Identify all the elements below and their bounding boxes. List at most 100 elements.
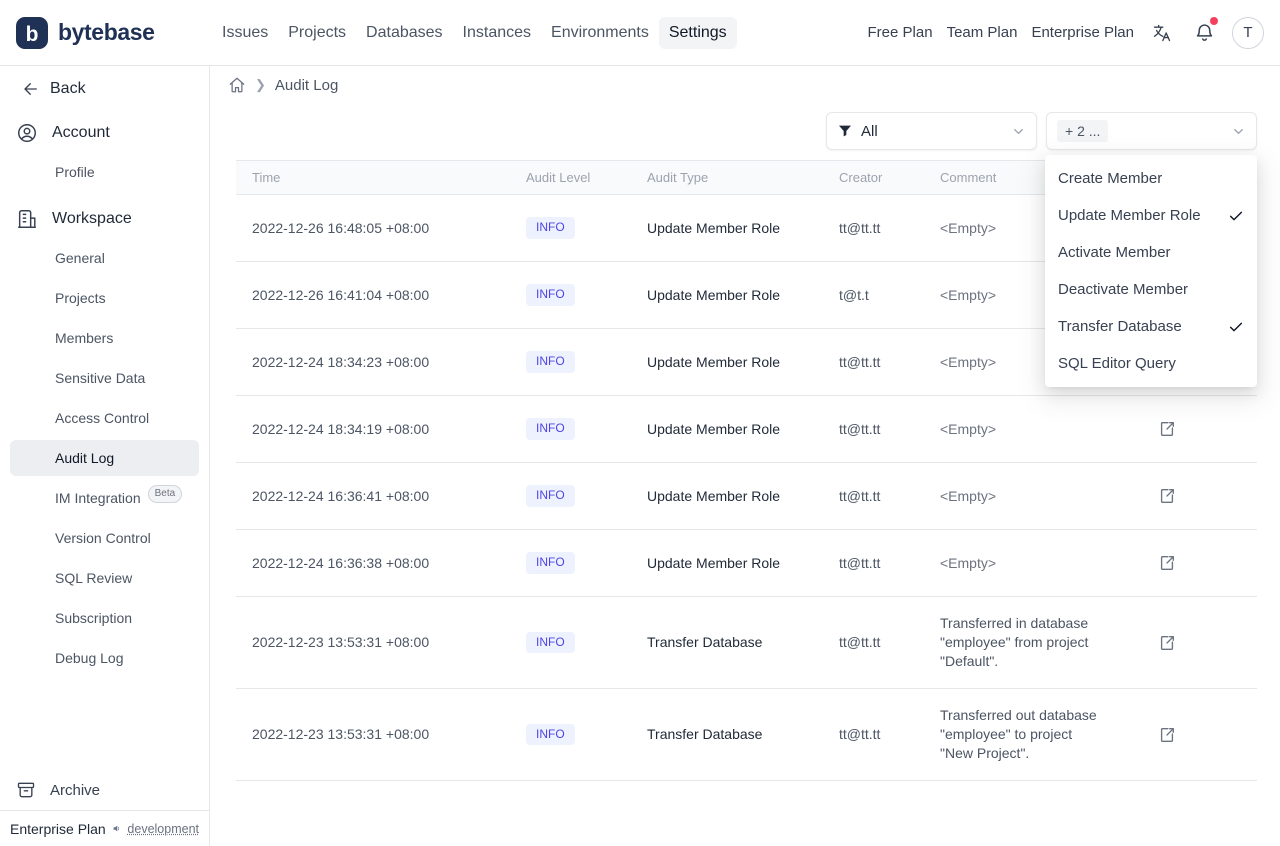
main-nav: Issues Projects Databases Instances Envi… (212, 16, 737, 49)
cell-audit-type: Update Member Role (631, 395, 823, 463)
export-button[interactable] (1147, 719, 1187, 751)
cell-audit-type: Update Member Role (631, 462, 823, 530)
sidebar-item-debug-log[interactable]: Debug Log (10, 640, 199, 676)
avatar-initial: T (1243, 24, 1253, 41)
cell-creator: t@t.t (823, 261, 924, 329)
archive-button[interactable]: Archive (0, 770, 209, 810)
check-icon (1228, 208, 1244, 224)
cell-creator: tt@tt.tt (839, 219, 881, 236)
menu-item-label: Deactivate Member (1058, 281, 1189, 298)
menu-item-deactivate-member[interactable]: Deactivate Member (1045, 271, 1257, 308)
sidebar-item-im-integration[interactable]: IM Integration Beta (10, 480, 199, 516)
nav-item-issues[interactable]: Issues (212, 17, 278, 49)
table-row: 2022-12-23 13:53:31 +08:00 INFO Transfer… (236, 596, 1257, 689)
bytebase-logo[interactable]: b bytebase (14, 15, 212, 51)
menu-item-transfer-database[interactable]: Transfer Database (1045, 308, 1257, 345)
cell-time: 2022-12-23 13:53:31 +08:00 (236, 596, 510, 689)
breadcrumb-current: Audit Log (274, 76, 339, 94)
avatar[interactable]: T (1232, 16, 1264, 49)
cell-comment: <Empty> (924, 395, 1124, 463)
top-nav: b bytebase Issues Projects Databases Ins… (0, 0, 1280, 66)
current-plan-label: Enterprise Plan (10, 820, 106, 837)
cell-audit-type: Update Member Role (647, 219, 781, 236)
cell-comment: <Empty> (924, 462, 1124, 530)
cell-creator: tt@tt.tt (823, 395, 924, 463)
archive-label: Archive (50, 781, 101, 799)
cell-time: 2022-12-26 16:48:05 +08:00 (252, 219, 430, 236)
sidebar-item-general[interactable]: General (10, 240, 199, 276)
cell-creator: tt@tt.tt (823, 596, 924, 689)
cell-creator: tt@tt.tt (823, 328, 924, 396)
check-icon (1228, 319, 1244, 335)
chevron-down-icon (1011, 124, 1026, 139)
audit-type-select[interactable]: + 2 ... (1046, 112, 1257, 150)
chevron-down-icon (1231, 124, 1246, 139)
svg-text:b: b (26, 23, 39, 46)
sidebar-item-version-control[interactable]: Version Control (10, 520, 199, 556)
notification-dot (1210, 16, 1218, 25)
home-icon[interactable] (228, 76, 246, 94)
sidebar-item-subscription[interactable]: Subscription (10, 600, 199, 636)
audit-level-badge: INFO (526, 552, 575, 574)
sidebar-section-account[interactable]: Account (0, 114, 209, 152)
cell-comment: Transferred in database "employee" from … (924, 596, 1124, 689)
sidebar-item-sql-review[interactable]: SQL Review (10, 560, 199, 596)
cell-comment: Transferred out database "employee" to p… (924, 688, 1124, 781)
bytebase-logo-icon: b (16, 16, 48, 49)
export-button[interactable] (1147, 413, 1187, 445)
cell-time: 2022-12-26 16:41:04 +08:00 (236, 261, 510, 329)
audit-level-value: All (861, 122, 878, 140)
sidebar-item-access-control[interactable]: Access Control (10, 400, 199, 436)
menu-item-activate-member[interactable]: Activate Member (1045, 234, 1257, 271)
beta-badge: Beta (147, 485, 183, 503)
export-button[interactable] (1147, 480, 1187, 512)
cell-time: 2022-12-24 18:34:23 +08:00 (236, 328, 510, 396)
column-header-audit-level: Audit Level (510, 160, 631, 195)
cell-audit-type: Transfer Database (631, 596, 823, 689)
nav-item-environments[interactable]: Environments (541, 17, 659, 49)
menu-item-update-member-role[interactable]: Update Member Role (1045, 197, 1257, 234)
nav-item-projects[interactable]: Projects (278, 17, 356, 49)
cell-creator: tt@tt.tt (823, 688, 924, 781)
nav-item-instances[interactable]: Instances (453, 17, 541, 49)
nav-right: Free Plan Team Plan Enterprise Plan T (868, 16, 1264, 49)
funnel-icon (839, 125, 851, 137)
sidebar-item-projects[interactable]: Projects (10, 280, 199, 316)
team-plan-link[interactable]: Team Plan (947, 24, 1018, 41)
breadcrumb: ❯ Audit Log (228, 76, 1280, 94)
free-plan-link[interactable]: Free Plan (868, 24, 933, 41)
environment-link[interactable]: development (127, 822, 199, 836)
cell-time: 2022-12-24 16:36:41 +08:00 (236, 462, 510, 530)
filter-bar: All + 2 ... (210, 112, 1257, 150)
sidebar-item-label: IM Integration (55, 490, 141, 506)
audit-level-badge: INFO (526, 217, 575, 239)
translate-icon[interactable] (1148, 19, 1176, 47)
sidebar-item-profile[interactable]: Profile (10, 154, 199, 190)
sidebar-item-sensitive-data[interactable]: Sensitive Data (10, 360, 199, 396)
sidebar-item-members[interactable]: Members (10, 320, 199, 356)
menu-item-label: Transfer Database (1058, 318, 1182, 335)
archive-icon (17, 782, 35, 798)
account-icon (18, 124, 36, 142)
audit-level-badge: INFO (526, 485, 575, 507)
chevron-right-icon: ❯ (255, 77, 266, 92)
nav-item-databases[interactable]: Databases (356, 17, 453, 49)
menu-item-create-member[interactable]: Create Member (1045, 160, 1257, 197)
back-button[interactable]: Back (0, 72, 209, 106)
section-title: Workspace (52, 210, 132, 227)
audit-level-select[interactable]: All (826, 112, 1037, 150)
audit-level-badge: INFO (526, 723, 575, 746)
export-button[interactable] (1147, 547, 1187, 579)
enterprise-plan-link[interactable]: Enterprise Plan (1031, 24, 1134, 41)
audit-level-badge: INFO (526, 351, 575, 373)
arrow-left-icon (24, 83, 37, 95)
export-button[interactable] (1147, 627, 1187, 659)
back-label: Back (50, 80, 86, 97)
nav-item-settings[interactable]: Settings (658, 16, 737, 49)
sidebar-section-workspace[interactable]: Workspace (0, 200, 209, 238)
table-row: 2022-12-23 13:53:31 +08:00 INFO Transfer… (236, 688, 1257, 781)
menu-item-sql-editor-query[interactable]: SQL Editor Query (1045, 345, 1257, 382)
column-header-time: Time (236, 160, 510, 195)
sidebar-item-audit-log[interactable]: Audit Log (10, 440, 199, 476)
notification-bell-icon[interactable] (1190, 16, 1218, 47)
